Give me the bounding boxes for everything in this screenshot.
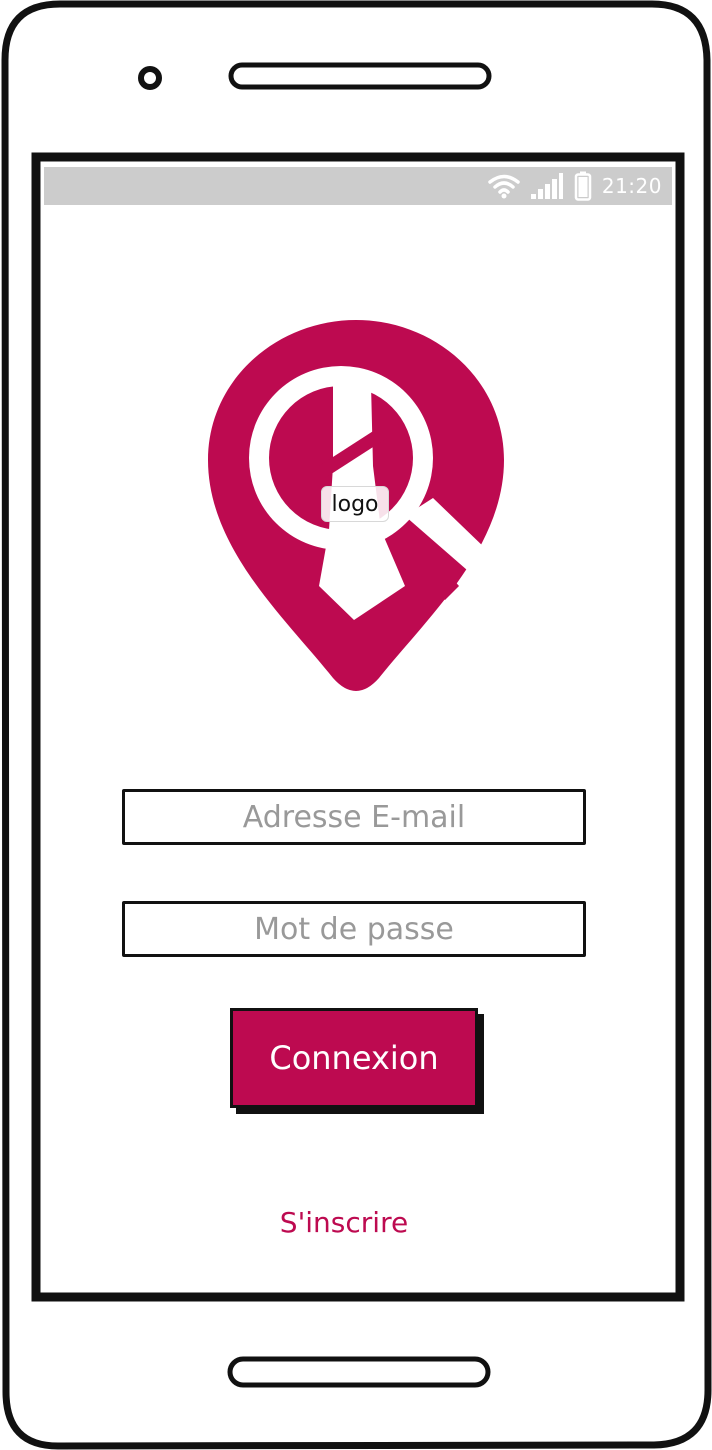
login-button[interactable]: Connexion [230, 1008, 478, 1108]
password-input[interactable] [125, 910, 583, 948]
email-field[interactable] [122, 789, 586, 845]
logo-placeholder-label: logo [321, 486, 389, 522]
password-field[interactable] [122, 901, 586, 957]
status-time: 21:20 [601, 174, 662, 198]
status-icons: 21:20 [488, 167, 662, 205]
email-input[interactable] [125, 798, 583, 836]
signal-icon [530, 173, 563, 199]
battery-icon [574, 171, 592, 201]
status-bar: 21:20 [44, 167, 672, 205]
wifi-icon [488, 174, 520, 199]
signup-link[interactable]: S'inscrire [244, 1200, 444, 1244]
